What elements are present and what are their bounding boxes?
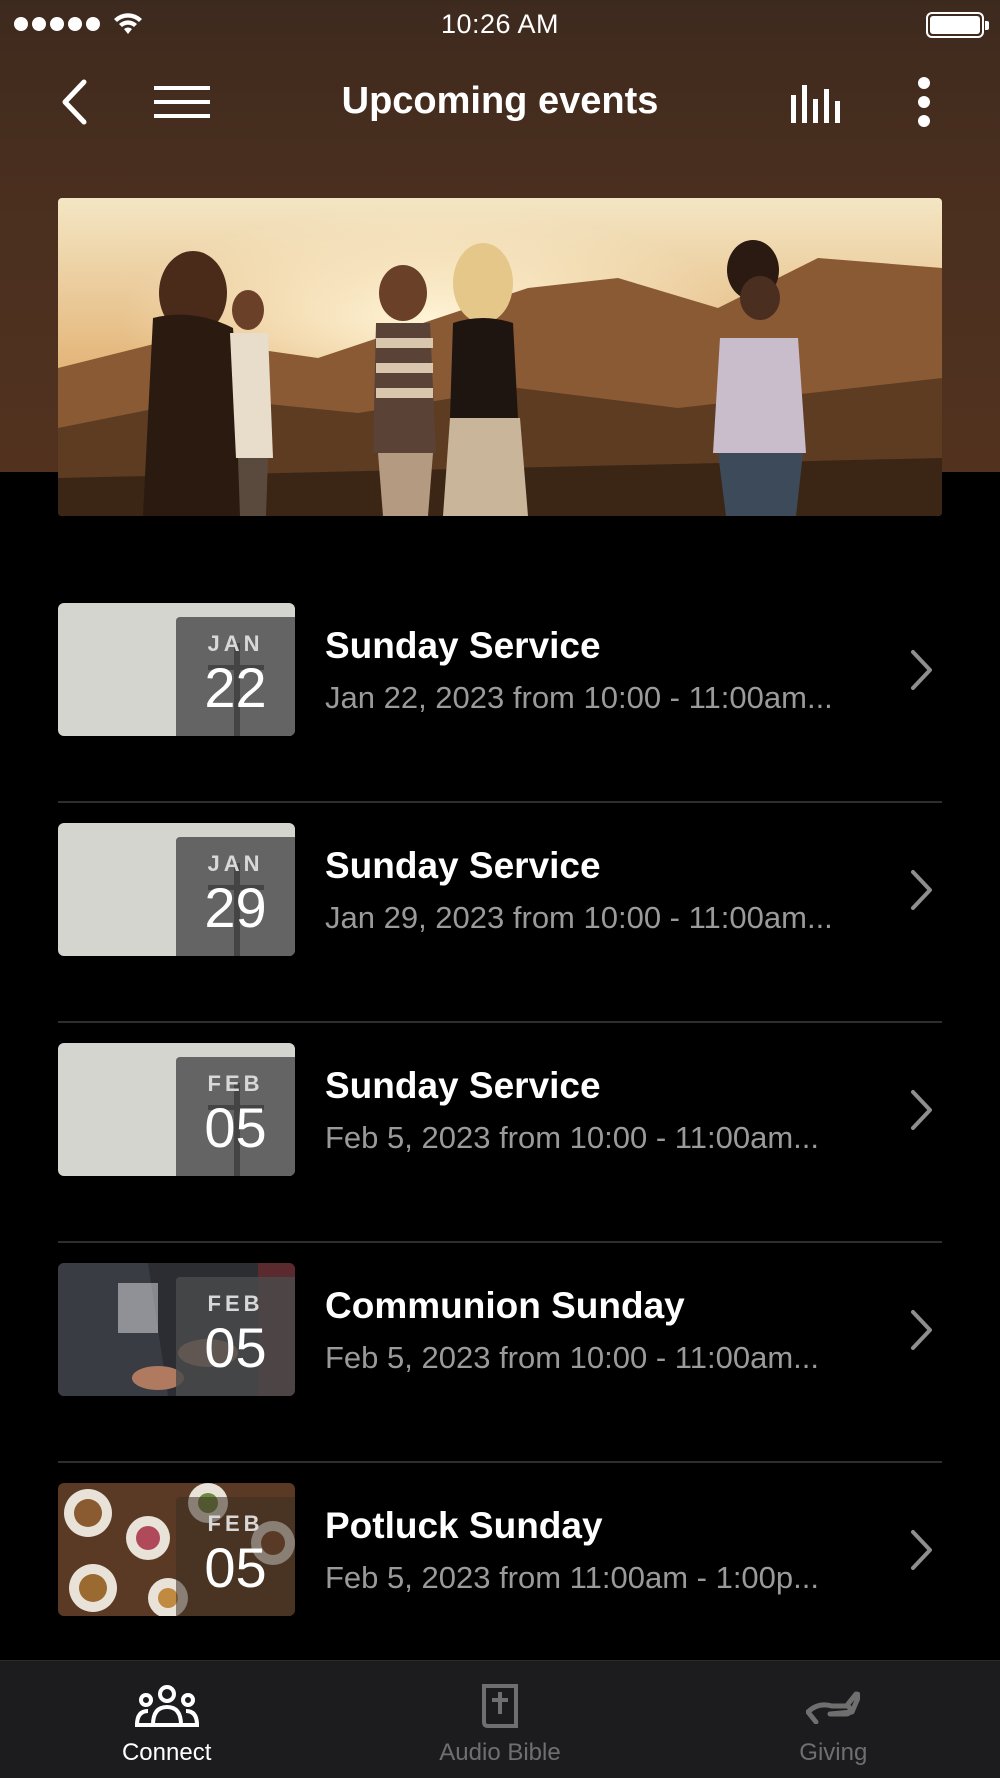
event-month: FEB [207,1511,264,1536]
chevron-right-icon [902,1305,942,1355]
event-title: Sunday Service [325,1065,601,1106]
event-title: Sunday Service [325,845,601,886]
status-time: 10:26 AM [440,9,560,39]
page-title: Upcoming events [341,80,659,122]
tab-label: Giving [799,1739,868,1766]
event-month: FEB [207,1291,264,1316]
bible-icon [333,1681,666,1733]
hero-image [58,198,942,516]
bottom-tab-bar: Connect Audio Bible Giving [0,1660,1000,1778]
app-header: Upcoming events [0,60,1000,140]
event-title: Communion Sunday [325,1285,685,1326]
event-row[interactable]: FEB 05 Communion Sunday Feb 5, 2023 from… [58,1243,942,1463]
tab-audio-bible[interactable]: Audio Bible [333,1661,666,1778]
event-date-badge: FEB 05 [176,1497,295,1616]
event-day: 29 [204,876,267,939]
event-date-badge: FEB 05 [176,1277,295,1396]
event-date-badge: JAN 29 [176,837,295,956]
event-month: JAN [207,631,264,656]
event-day: 22 [204,656,267,719]
event-row[interactable]: JAN 22 Sunday Service Jan 22, 2023 from … [58,583,942,803]
event-thumbnail: FEB 05 [58,1263,295,1396]
event-datetime: Feb 5, 2023 from 10:00 - 11:00am... [325,1340,819,1375]
events-list: JAN 22 Sunday Service Jan 22, 2023 from … [58,583,942,1683]
event-thumbnail: FEB 05 [58,1043,295,1176]
status-bar: 10:26 AM [0,0,1000,50]
battery-icon [926,12,989,38]
tab-connect[interactable]: Connect [0,1661,333,1778]
people-icon [0,1681,333,1733]
event-date-badge: JAN 22 [176,617,295,736]
event-datetime: Feb 5, 2023 from 10:00 - 11:00am... [325,1120,819,1155]
tab-label: Audio Bible [439,1739,561,1766]
event-title: Potluck Sunday [325,1505,603,1546]
chevron-right-icon [902,865,942,915]
more-options-button[interactable] [894,72,954,132]
chevron-right-icon [902,645,942,695]
event-datetime: Feb 5, 2023 from 11:00am - 1:00p... [325,1560,819,1595]
event-day: 05 [204,1096,267,1159]
event-thumbnail: JAN 22 [58,603,295,736]
audio-button[interactable] [788,72,848,132]
event-thumbnail: JAN 29 [58,823,295,956]
event-title: Sunday Service [325,625,601,666]
event-month: JAN [207,851,264,876]
event-datetime: Jan 22, 2023 from 10:00 - 11:00am... [325,680,833,715]
more-vertical-icon [918,77,930,127]
event-datetime: Jan 29, 2023 from 10:00 - 11:00am... [325,900,833,935]
event-row[interactable]: FEB 05 Potluck Sunday Feb 5, 2023 from 1… [58,1463,942,1683]
chevron-right-icon [902,1525,942,1575]
event-row[interactable]: FEB 05 Sunday Service Feb 5, 2023 from 1… [58,1023,942,1243]
tab-giving[interactable]: Giving [667,1661,1000,1778]
giving-hand-icon [667,1681,1000,1733]
event-day: 05 [204,1316,267,1379]
event-day: 05 [204,1536,267,1599]
equalizer-icon [791,85,840,123]
tab-label: Connect [121,1739,212,1766]
event-month: FEB [207,1071,264,1096]
event-row[interactable]: JAN 29 Sunday Service Jan 29, 2023 from … [58,803,942,1023]
chevron-right-icon [902,1085,942,1135]
event-thumbnail: FEB 05 [58,1483,295,1616]
event-date-badge: FEB 05 [176,1057,295,1176]
